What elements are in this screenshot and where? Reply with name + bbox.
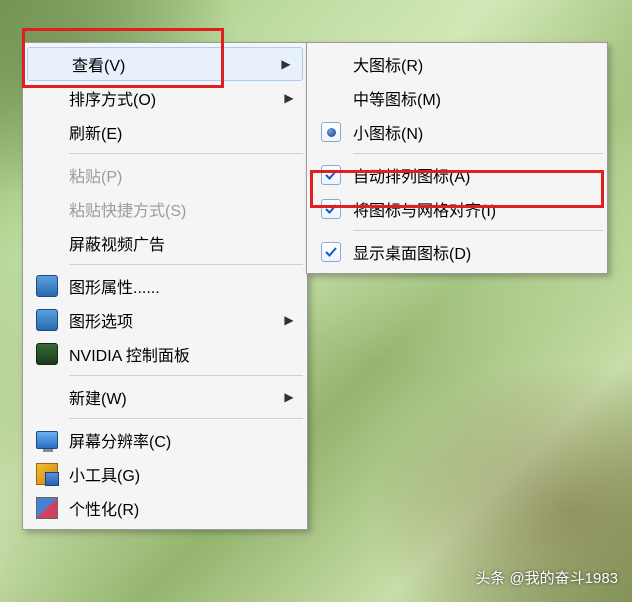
menu-label: 图形属性......	[69, 274, 299, 298]
menu-label: 大图标(R)	[353, 52, 599, 76]
menu-item-sort[interactable]: 排序方式(O) ▶	[25, 81, 305, 115]
menu-label: 查看(V)	[72, 52, 276, 76]
submenu-item-medium-icons[interactable]: 中等图标(M)	[309, 81, 605, 115]
menu-label: 自动排列图标(A)	[353, 163, 599, 187]
checkmark-icon	[309, 242, 353, 262]
menu-item-new[interactable]: 新建(W) ▶	[25, 380, 305, 414]
submenu-item-large-icons[interactable]: 大图标(R)	[309, 47, 605, 81]
menu-item-paste[interactable]: 粘贴(P)	[25, 158, 305, 192]
menu-item-block-video-ads[interactable]: 屏蔽视频广告	[25, 226, 305, 260]
checkmark-icon	[309, 199, 353, 219]
personalize-icon	[25, 497, 69, 519]
menu-item-personalize[interactable]: 个性化(R)	[25, 491, 305, 525]
menu-separator	[353, 153, 603, 154]
view-submenu: 大图标(R) 中等图标(M) 小图标(N) 自动排列图标(A) 将图标与网格对齐…	[306, 42, 608, 274]
menu-separator	[69, 153, 303, 154]
menu-label: 粘贴快捷方式(S)	[69, 197, 299, 221]
graphics-icon	[25, 275, 69, 297]
menu-label: 个性化(R)	[69, 496, 299, 520]
menu-label: 屏幕分辨率(C)	[69, 428, 299, 452]
watermark-text: 头条 @我的奋斗1983	[475, 567, 618, 588]
radio-selected-icon	[309, 122, 353, 142]
menu-separator	[69, 418, 303, 419]
menu-item-paste-shortcut[interactable]: 粘贴快捷方式(S)	[25, 192, 305, 226]
menu-item-graphics-options[interactable]: 图形选项 ▶	[25, 303, 305, 337]
menu-item-resolution[interactable]: 屏幕分辨率(C)	[25, 423, 305, 457]
submenu-arrow-icon: ▶	[276, 57, 296, 71]
menu-label: NVIDIA 控制面板	[69, 342, 299, 366]
menu-item-view[interactable]: 查看(V) ▶	[27, 47, 303, 81]
desktop-context-menu: 查看(V) ▶ 排序方式(O) ▶ 刷新(E) 粘贴(P) 粘贴快捷方式(S) …	[22, 42, 308, 530]
menu-separator	[353, 230, 603, 231]
menu-label: 刷新(E)	[69, 120, 299, 144]
submenu-arrow-icon: ▶	[279, 91, 299, 105]
graphics-options-icon	[25, 309, 69, 331]
menu-label: 小工具(G)	[69, 462, 299, 486]
monitor-icon	[25, 431, 69, 449]
menu-label: 图形选项	[69, 308, 279, 332]
menu-label: 排序方式(O)	[69, 86, 279, 110]
menu-item-graphics-properties[interactable]: 图形属性......	[25, 269, 305, 303]
gadgets-icon	[25, 463, 69, 485]
menu-label: 显示桌面图标(D)	[353, 240, 599, 264]
menu-separator	[69, 264, 303, 265]
checkmark-icon	[309, 165, 353, 185]
menu-separator	[69, 375, 303, 376]
submenu-item-show-desktop-icons[interactable]: 显示桌面图标(D)	[309, 235, 605, 269]
menu-item-nvidia[interactable]: NVIDIA 控制面板	[25, 337, 305, 371]
nvidia-icon	[25, 343, 69, 365]
submenu-arrow-icon: ▶	[279, 313, 299, 327]
menu-label: 粘贴(P)	[69, 163, 299, 187]
submenu-item-align-grid[interactable]: 将图标与网格对齐(I)	[309, 192, 605, 226]
menu-label: 小图标(N)	[353, 120, 599, 144]
menu-label: 屏蔽视频广告	[69, 231, 299, 255]
submenu-arrow-icon: ▶	[279, 390, 299, 404]
menu-label: 中等图标(M)	[353, 86, 599, 110]
menu-label: 将图标与网格对齐(I)	[353, 197, 599, 221]
menu-label: 新建(W)	[69, 385, 279, 409]
menu-item-gadgets[interactable]: 小工具(G)	[25, 457, 305, 491]
submenu-item-auto-arrange[interactable]: 自动排列图标(A)	[309, 158, 605, 192]
submenu-item-small-icons[interactable]: 小图标(N)	[309, 115, 605, 149]
menu-item-refresh[interactable]: 刷新(E)	[25, 115, 305, 149]
